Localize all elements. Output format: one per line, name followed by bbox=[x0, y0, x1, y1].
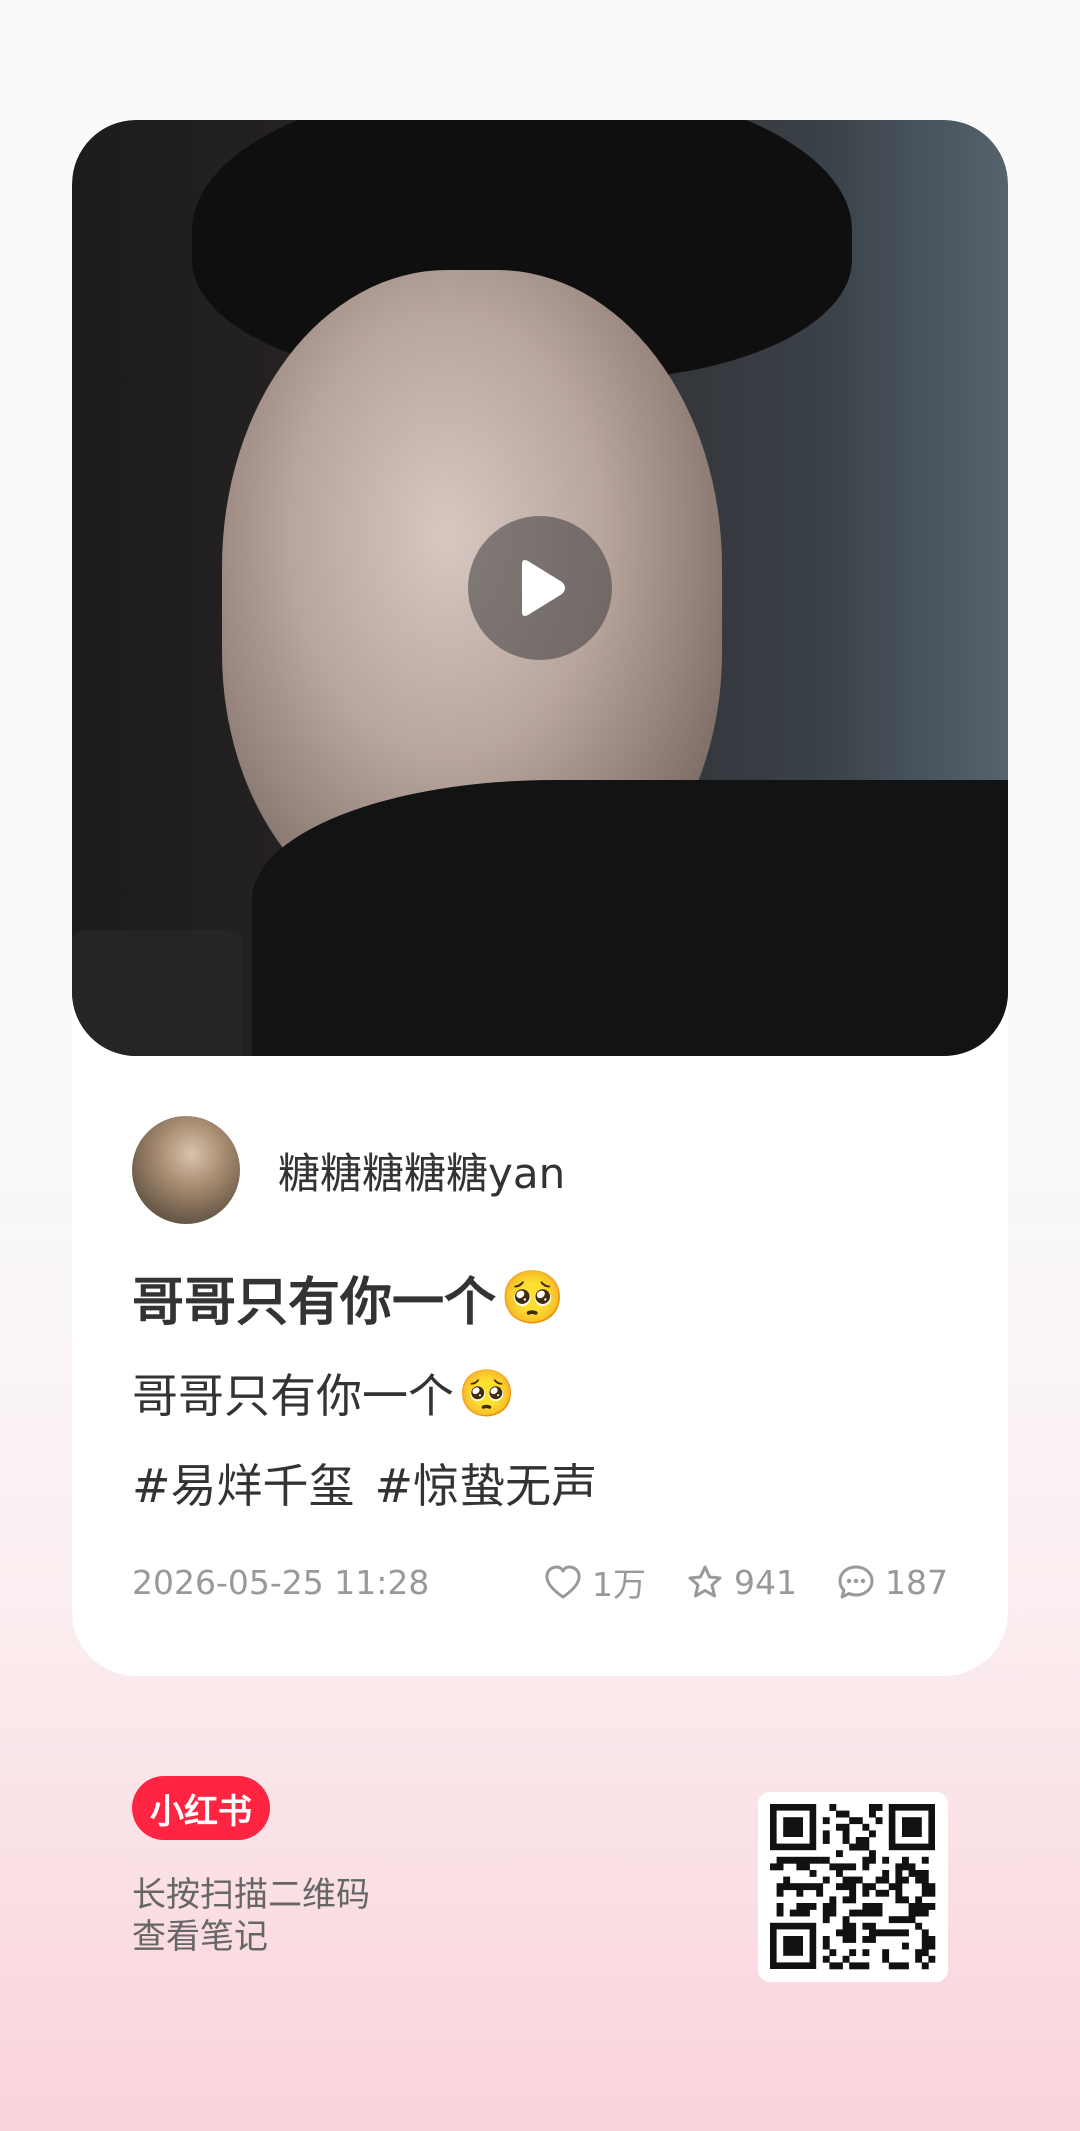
heart-icon bbox=[545, 1565, 581, 1599]
scan-instruction-line1: 长按扫描二维码 bbox=[132, 1875, 370, 1915]
xiaohongshu-logo: 小红书 bbox=[132, 1776, 270, 1840]
comment-button[interactable]: 187 bbox=[837, 1563, 948, 1602]
video-cover[interactable] bbox=[72, 120, 1008, 1056]
pleading-face-emoji: 🥺 bbox=[458, 1365, 516, 1420]
note-description-text: 哥哥只有你一个 bbox=[132, 1369, 454, 1423]
like-count: 1万 bbox=[592, 1565, 646, 1604]
star-icon bbox=[688, 1565, 722, 1598]
cover-image-shirt bbox=[252, 780, 1008, 1056]
comment-count: 187 bbox=[885, 1562, 948, 1602]
note-title: 哥哥只有你一个 🥺 bbox=[132, 1260, 565, 1335]
like-button[interactable]: 1万 bbox=[544, 1558, 646, 1606]
cover-image-cup bbox=[72, 930, 242, 1056]
play-button[interactable] bbox=[468, 516, 612, 660]
post-date: 2026-05-25 11:28 bbox=[132, 1562, 430, 1602]
play-icon bbox=[522, 560, 565, 616]
note-title-text: 哥哥只有你一个 bbox=[132, 1273, 497, 1333]
note-card[interactable]: 糖糖糖糖糖yan 哥哥只有你一个 🥺 哥哥只有你一个 🥺 #易烊千玺 #惊蛰无声… bbox=[72, 120, 1008, 1676]
author-row[interactable]: 糖糖糖糖糖yan bbox=[132, 1115, 565, 1225]
tag[interactable]: #易烊千玺 bbox=[132, 1450, 355, 1516]
favorite-count: 941 bbox=[734, 1562, 797, 1602]
tag[interactable]: #惊蛰无声 bbox=[375, 1450, 598, 1516]
tag-list: #易烊千玺 #惊蛰无声 bbox=[132, 1450, 597, 1516]
pleading-face-emoji: 🥺 bbox=[500, 1268, 565, 1328]
comment-icon bbox=[838, 1565, 874, 1599]
favorite-button[interactable]: 941 bbox=[686, 1563, 797, 1602]
scan-instruction: 长按扫描二维码 查看笔记 bbox=[132, 1874, 370, 1958]
qr-code[interactable] bbox=[758, 1792, 948, 1982]
scan-instruction-line2: 查看笔记 bbox=[132, 1917, 268, 1957]
note-description: 哥哥只有你一个 🥺 bbox=[132, 1360, 515, 1426]
note-meta: 2026-05-25 11:28 1万 941 187 bbox=[132, 1552, 948, 1612]
author-name[interactable]: 糖糖糖糖糖yan bbox=[278, 1140, 565, 1201]
avatar[interactable] bbox=[132, 1116, 240, 1224]
qr-code-image bbox=[770, 1804, 936, 1970]
